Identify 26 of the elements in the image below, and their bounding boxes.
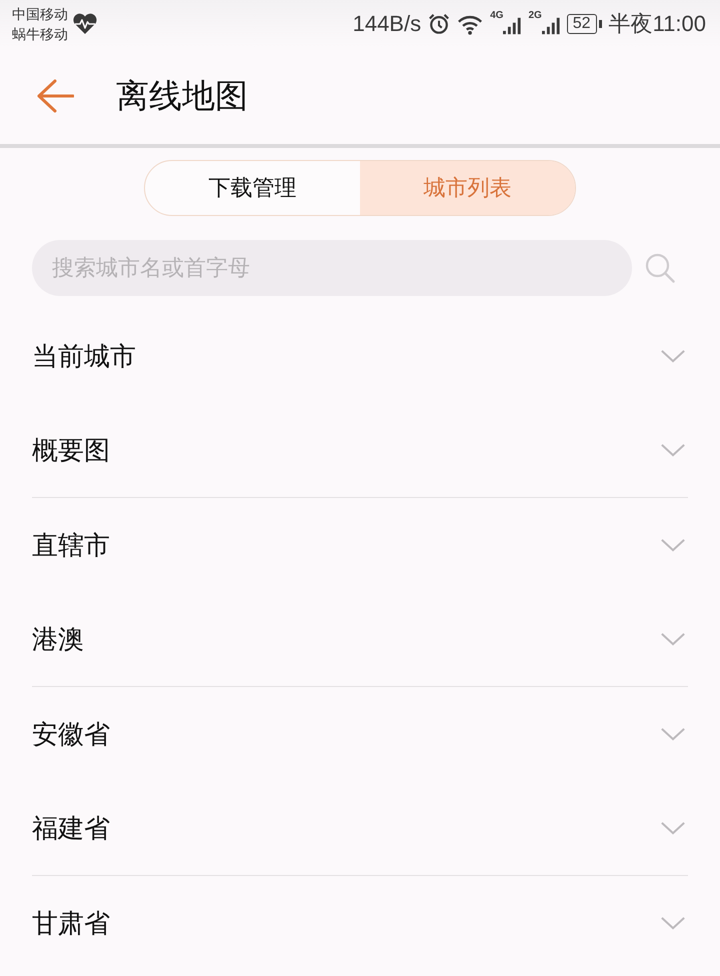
region-row[interactable]: 当前城市 [0, 309, 720, 403]
search-button[interactable] [645, 253, 675, 283]
network-speed: 144B/s [352, 11, 422, 37]
region-row[interactable]: 福建省 [0, 781, 720, 875]
wifi-icon [457, 14, 484, 34]
carrier-name: 中国移动 [12, 5, 68, 24]
clock-time: 半夜11:00 [608, 10, 706, 38]
search-icon [645, 253, 675, 283]
signal-bars-icon [542, 17, 560, 35]
battery-indicator: 52 [566, 14, 602, 34]
tab[interactable]: 下载管理 [145, 161, 360, 215]
search-field[interactable]: 搜索城市名或首字母 [32, 240, 632, 296]
page-title: 离线地图 [116, 76, 248, 116]
back-button[interactable] [36, 79, 74, 113]
network-type-label: 2G [528, 11, 542, 21]
alarm-clock-icon [428, 13, 450, 35]
region-row[interactable]: 甘肃省 [0, 876, 720, 970]
region-row[interactable]: 安徽省 [0, 687, 720, 781]
heart-pulse-icon [72, 13, 98, 35]
network-type-label: 4G [490, 11, 504, 21]
region-row[interactable]: 直辖市 [0, 498, 720, 592]
carrier-name: 蜗牛移动 [12, 25, 68, 44]
signal-bars-icon [503, 17, 522, 35]
region-row[interactable]: 概要图 [0, 403, 720, 497]
region-row[interactable]: 港澳 [0, 592, 720, 686]
back-arrow-icon [36, 79, 74, 113]
